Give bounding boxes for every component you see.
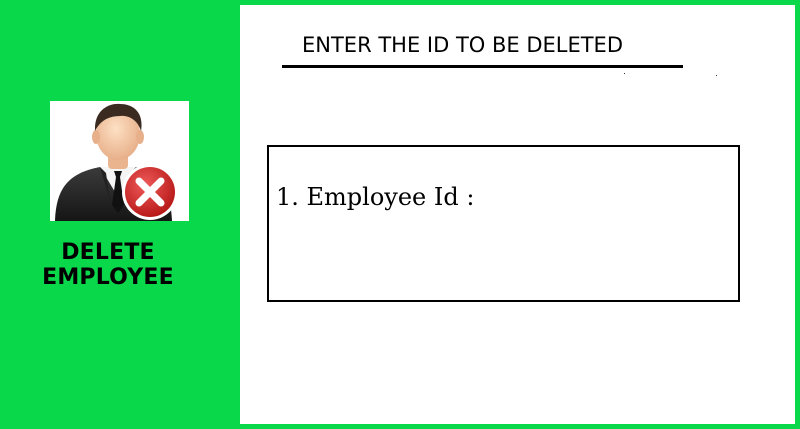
heading-underline bbox=[282, 65, 683, 68]
sidebar: DELETE EMPLOYEE bbox=[0, 0, 238, 429]
employee-id-input[interactable] bbox=[499, 183, 719, 211]
employee-id-label: 1. Employee Id : bbox=[276, 183, 475, 211]
page-heading: ENTER THE ID TO BE DELETED bbox=[302, 33, 623, 57]
main-panel: ENTER THE ID TO BE DELETED 1. Employee I… bbox=[240, 5, 795, 424]
sidebar-title: DELETE EMPLOYEE bbox=[42, 240, 174, 290]
employee-delete-icon bbox=[50, 101, 189, 221]
avatar-illustration bbox=[55, 103, 178, 221]
stray-dot bbox=[716, 75, 717, 76]
delete-form: 1. Employee Id : bbox=[267, 145, 740, 302]
stray-dot bbox=[624, 73, 625, 74]
window-frame: DELETE EMPLOYEE ENTER THE ID TO BE DELET… bbox=[0, 0, 800, 429]
